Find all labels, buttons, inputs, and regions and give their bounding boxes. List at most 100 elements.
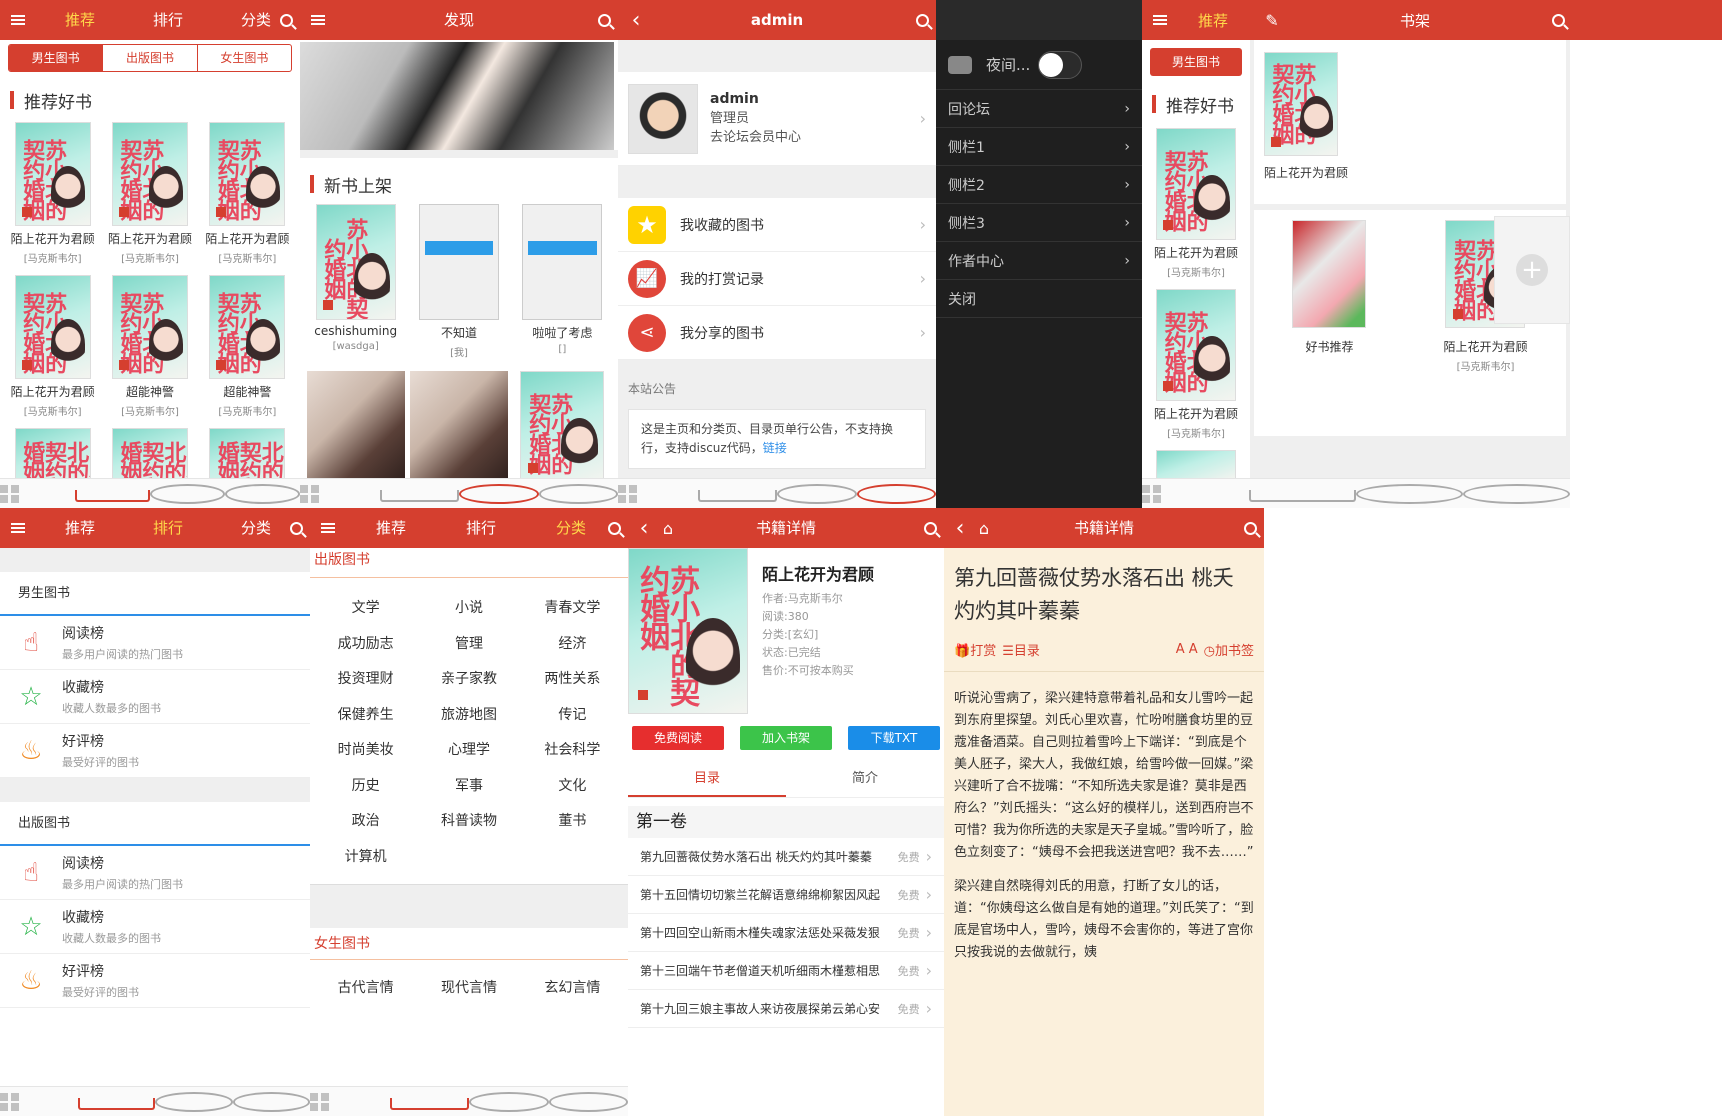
search-icon[interactable] — [590, 0, 618, 40]
category-item[interactable]: 小说 — [417, 592, 520, 628]
book-item[interactable]: 苏小北的契约婚姻陌上花开为君顾 [马克斯韦尔] — [4, 275, 101, 418]
nav-discover[interactable] — [459, 479, 539, 508]
tab-intro[interactable]: 简介 — [786, 762, 944, 797]
sidebar-item-author[interactable]: 作者中心 › — [936, 242, 1142, 280]
nav-cart[interactable] — [379, 479, 459, 508]
category-item[interactable]: 两性关系 — [521, 663, 624, 699]
book-item[interactable]: 苏小北的契约婚姻陌上花开为君顾 [马克斯韦尔] — [1142, 128, 1250, 279]
book-cover[interactable]: 苏小北的契约婚姻 — [209, 275, 286, 379]
nav-cart[interactable] — [389, 1087, 469, 1116]
category-item[interactable]: 时尚美妆 — [314, 734, 417, 770]
category-item[interactable]: 心理学 — [417, 734, 520, 770]
book-cover[interactable]: 苏小北的契约婚姻 — [14, 275, 91, 379]
sidebar-item-forum[interactable]: 回论坛 › — [936, 90, 1142, 128]
menu-icon[interactable] — [314, 508, 342, 548]
edit-icon[interactable]: ✎ — [1258, 0, 1286, 40]
category-item[interactable]: 董书 — [521, 805, 624, 841]
search-icon[interactable] — [272, 0, 300, 40]
book-cover[interactable] — [1156, 450, 1236, 480]
nav-home[interactable] — [310, 1087, 390, 1116]
nav-discover[interactable] — [150, 479, 225, 508]
book-cover[interactable]: 苏小北的契约婚姻 — [1156, 289, 1236, 401]
book-item[interactable]: 苏小北的契约婚姻陌上花开为君顾 [马克斯韦尔] — [199, 122, 296, 265]
menu-icon[interactable] — [1146, 0, 1174, 40]
nav-user[interactable] — [548, 1087, 628, 1116]
nav-discover[interactable] — [1356, 479, 1463, 508]
book-cover[interactable] — [1292, 220, 1367, 328]
rank-read[interactable]: ☝ 阅读榜 最多用户阅读的热门图书 — [0, 616, 310, 670]
menu-favorites[interactable]: ★ 我收藏的图书 › — [618, 198, 936, 252]
nav-home[interactable] — [0, 1087, 78, 1116]
sidebar-item-2[interactable]: 侧栏2 › — [936, 166, 1142, 204]
category-item[interactable]: 管理 — [417, 628, 520, 664]
nav-home[interactable] — [618, 479, 698, 508]
tab-rank[interactable]: 排行 — [124, 508, 212, 548]
download-txt-button[interactable]: 下载TXT — [848, 726, 940, 750]
category-item[interactable]: 玄幻言情 — [521, 972, 624, 1005]
nav-discover[interactable] — [469, 1087, 549, 1116]
book-cover[interactable]: 苏小北的契约婚姻 — [209, 122, 286, 226]
book-item[interactable]: 不知道 [我] — [407, 204, 510, 359]
seg-male[interactable]: 男生图书 — [9, 45, 104, 71]
category-item[interactable]: 保健养生 — [314, 699, 417, 735]
category-item[interactable]: 计算机 — [314, 841, 417, 877]
book-cover[interactable] — [409, 371, 508, 483]
nav-user[interactable] — [856, 479, 936, 508]
category-item[interactable]: 政治 — [314, 805, 417, 841]
book-cover[interactable]: 苏小北的契约婚姻 — [1264, 52, 1338, 156]
seg-publish[interactable]: 出版图书 — [103, 45, 198, 71]
seg-female[interactable]: 女生图书 — [198, 45, 291, 71]
book-cover[interactable]: 苏小北的契约婚姻 — [14, 122, 91, 226]
tab-recommend[interactable]: 推荐 — [36, 508, 124, 548]
search-icon[interactable] — [1544, 0, 1572, 40]
nav-user[interactable] — [538, 479, 618, 508]
category-item[interactable]: 经济 — [521, 628, 624, 664]
nav-discover[interactable] — [155, 1087, 233, 1116]
book-cover[interactable]: 苏小北的契约婚姻 — [1156, 128, 1236, 240]
nav-home[interactable] — [300, 479, 380, 508]
category-item[interactable]: 科普读物 — [417, 805, 520, 841]
menu-rewards[interactable]: 📈 我的打赏记录 › — [618, 252, 936, 306]
rank-favorite[interactable]: ☆ 收藏榜 收藏人数最多的图书 — [0, 900, 310, 954]
sidebar-item-3[interactable]: 侧栏3 › — [936, 204, 1142, 242]
rank-favorite[interactable]: ☆ 收藏榜 收藏人数最多的图书 — [0, 670, 310, 724]
toc-button[interactable]: ☰目录 — [1002, 640, 1040, 659]
add-shelf-button[interactable]: 加入书架 — [740, 726, 832, 750]
free-read-button[interactable]: 免费阅读 — [632, 726, 724, 750]
sidebar-item-close[interactable]: 关闭 — [936, 280, 1142, 318]
category-item[interactable]: 投资理财 — [314, 663, 417, 699]
book-cover[interactable] — [418, 204, 499, 320]
search-icon[interactable] — [282, 508, 310, 548]
chapter-item[interactable]: 第十五回情切切紫兰花解语意绵绵柳絮因风起 免费 › — [628, 876, 944, 914]
rank-review[interactable]: ♨ 好评榜 最受好评的图书 — [0, 954, 310, 1008]
tab-rank[interactable]: 排行 — [124, 0, 212, 40]
tab-toc[interactable]: 目录 — [628, 762, 786, 797]
category-item[interactable]: 军事 — [417, 770, 520, 806]
seg-male[interactable]: 男生图书 — [1150, 48, 1242, 76]
book-cover[interactable]: 苏小北的契约婚姻 — [315, 204, 396, 320]
search-icon[interactable] — [916, 508, 944, 548]
menu-icon[interactable] — [4, 508, 32, 548]
sidebar-item-1[interactable]: 侧栏1 › — [936, 128, 1142, 166]
book-cover[interactable]: 苏小北的契约婚姻 — [520, 371, 605, 483]
nav-discover[interactable] — [777, 479, 857, 508]
search-icon[interactable] — [908, 0, 936, 40]
rank-review[interactable]: ♨ 好评榜 最受好评的图书 — [0, 724, 310, 778]
reward-button[interactable]: 🎁打赏 — [954, 640, 996, 659]
add-book-button[interactable]: + — [1494, 216, 1570, 324]
category-item[interactable]: 历史 — [314, 770, 417, 806]
category-item[interactable]: 旅游地图 — [417, 699, 520, 735]
nav-home[interactable] — [1142, 479, 1249, 508]
search-icon[interactable] — [1236, 508, 1264, 548]
nav-user[interactable] — [225, 479, 300, 508]
book-item[interactable]: 苏小北的契约婚姻陌上花开为君顾 [马克斯韦尔] — [1142, 289, 1250, 440]
nav-cart[interactable] — [75, 479, 150, 508]
bookmark-button[interactable]: ◷加书签 — [1204, 640, 1254, 659]
chapter-item[interactable]: 第十三回端午节老僧道天机听细雨木槿惹相思 免费 › — [628, 952, 944, 990]
night-toggle[interactable] — [1038, 50, 1083, 79]
search-icon[interactable] — [600, 508, 628, 548]
book-cover[interactable]: 苏小北的契约婚姻 — [111, 122, 188, 226]
nav-home[interactable] — [0, 479, 75, 508]
shelf-top-item[interactable]: 苏小北的契约婚姻 陌上花开为君顾 — [1254, 40, 1566, 204]
category-item[interactable]: 亲子家教 — [417, 663, 520, 699]
